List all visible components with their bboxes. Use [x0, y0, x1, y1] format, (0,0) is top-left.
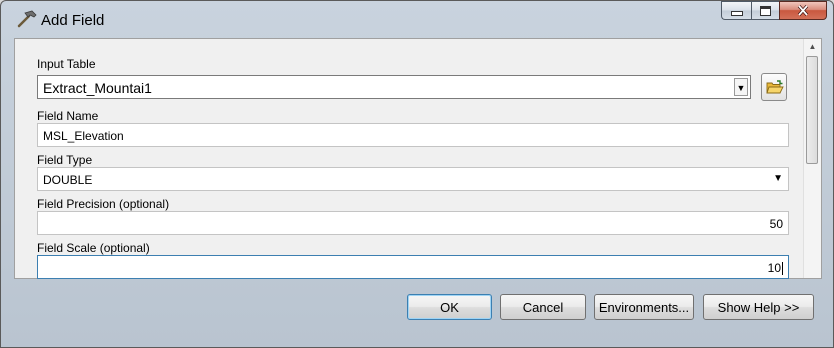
chevron-down-icon[interactable]: ▼ — [734, 78, 748, 96]
ok-button[interactable]: OK — [407, 294, 492, 320]
maximize-button[interactable] — [751, 1, 779, 20]
field-precision-value: 50 — [769, 217, 783, 231]
field-precision-label: Field Precision (optional) — [37, 197, 170, 211]
close-icon — [797, 5, 809, 16]
field-scale-value: 10 — [767, 261, 781, 275]
field-scale-value-wrap: 10 — [767, 261, 783, 276]
caption-buttons — [721, 1, 827, 27]
title-bar[interactable]: Add Field — [1, 1, 833, 37]
input-table-combobox[interactable]: Extract_Mountai1 ▼ — [37, 75, 751, 99]
dialog-body: Input Table Extract_Mountai1 ▼ Field Nam… — [14, 38, 822, 279]
input-table-label: Input Table — [37, 57, 96, 71]
close-button[interactable] — [779, 1, 827, 20]
minimize-button[interactable] — [721, 1, 751, 20]
vertical-scrollbar[interactable]: ▲ — [803, 39, 821, 278]
hammer-icon — [15, 10, 37, 28]
cancel-button[interactable]: Cancel — [500, 294, 586, 320]
field-name-label: Field Name — [37, 109, 99, 123]
show-help-button[interactable]: Show Help >> — [703, 294, 814, 320]
add-field-dialog: Add Field Input Table Extract_Mountai1 ▼ — [0, 0, 834, 348]
window-title: Add Field — [41, 12, 105, 29]
input-table-value: Extract_Mountai1 — [43, 80, 152, 96]
scrollbar-thumb[interactable] — [806, 56, 818, 164]
field-scale-label: Field Scale (optional) — [37, 241, 150, 255]
environments-button[interactable]: Environments... — [594, 294, 694, 320]
text-caret — [782, 262, 783, 276]
field-name-value: MSL_Elevation — [43, 129, 124, 143]
field-type-label: Field Type — [37, 153, 93, 167]
field-name-input[interactable]: MSL_Elevation — [37, 123, 789, 147]
maximize-icon — [760, 5, 771, 16]
open-folder-icon — [766, 80, 784, 94]
field-scale-input[interactable]: 10 — [37, 255, 789, 279]
field-type-value: DOUBLE — [43, 173, 93, 187]
chevron-down-icon[interactable]: ▼ — [773, 173, 783, 184]
scroll-up-icon[interactable]: ▲ — [804, 39, 821, 55]
field-type-dropdown[interactable]: DOUBLE ▼ — [37, 167, 789, 191]
field-precision-input[interactable]: 50 — [37, 211, 789, 235]
minimize-icon — [730, 11, 743, 16]
browse-input-table-button[interactable] — [761, 73, 787, 101]
